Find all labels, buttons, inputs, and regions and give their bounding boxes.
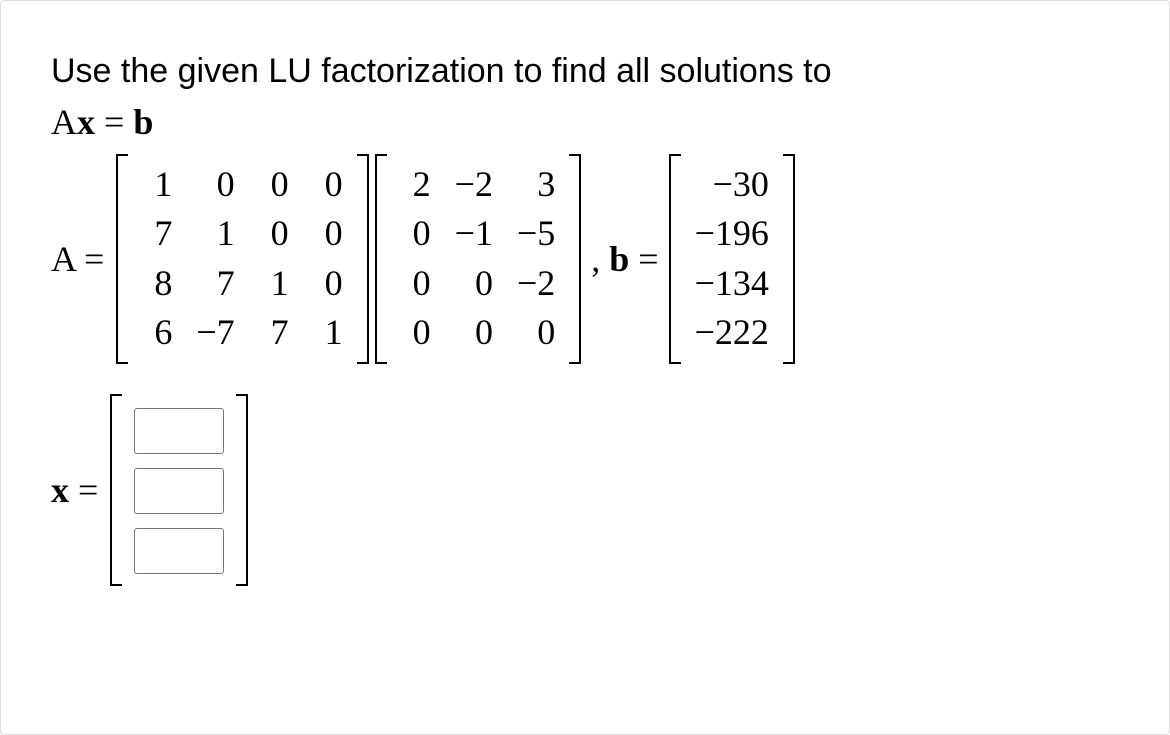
question-container: Use the given LU factorization to find a… bbox=[1, 1, 1169, 586]
x-input-2[interactable] bbox=[134, 528, 224, 574]
vector-x bbox=[110, 394, 248, 586]
vector-b: −30 −196 −134 −222 bbox=[669, 154, 795, 364]
label-x: x = bbox=[51, 469, 104, 511]
matrix-L: 1000 7100 8710 6−771 bbox=[116, 154, 368, 364]
label-A: A = bbox=[51, 238, 110, 280]
matrix-U: 2−23 0−1−5 00−2 000 bbox=[375, 154, 582, 364]
equation-axb: Ax = b bbox=[51, 99, 1119, 146]
x-input-0[interactable] bbox=[134, 408, 224, 454]
matrix-row: A = 1000 7100 8710 6−771 bbox=[51, 154, 1119, 364]
x-input-1[interactable] bbox=[134, 468, 224, 514]
label-b: , b = bbox=[587, 238, 662, 280]
answer-row: x = bbox=[51, 394, 1119, 586]
prompt-text: Use the given LU factorization to find a… bbox=[51, 49, 1119, 93]
